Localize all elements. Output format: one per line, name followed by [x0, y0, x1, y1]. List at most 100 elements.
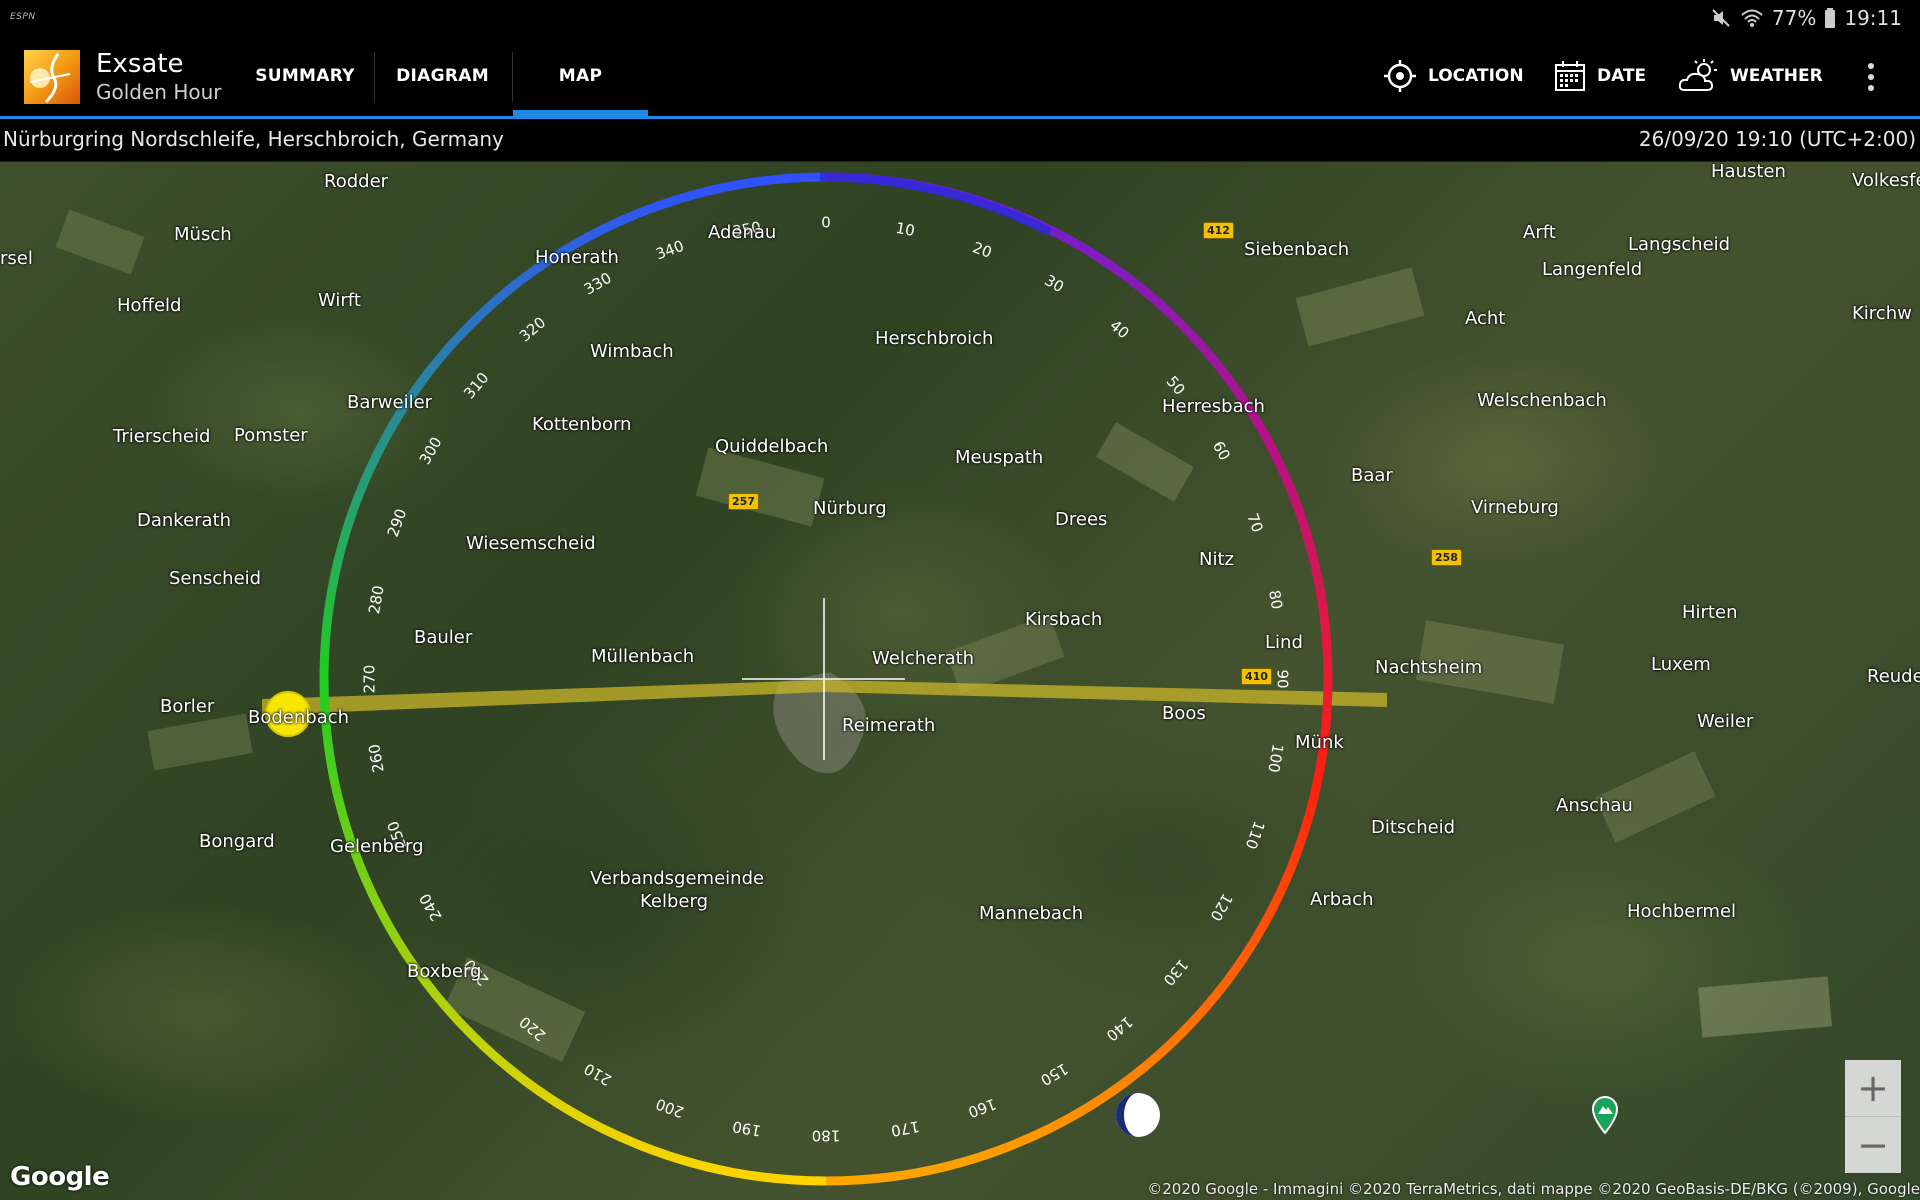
tab-summary[interactable]: SUMMARY — [245, 36, 365, 116]
tab-map[interactable]: MAP — [513, 36, 648, 116]
compass-degree-label: 150 — [1037, 1059, 1071, 1089]
compass-degree-label: 110 — [1242, 819, 1269, 852]
place-label: Gelenberg — [330, 836, 424, 857]
place-label: Kottenborn — [532, 414, 632, 435]
place-label: Boos — [1162, 703, 1206, 724]
place-label: Pomster — [234, 425, 308, 446]
date-button[interactable]: DATE — [1553, 36, 1646, 116]
place-label: Bodenbach — [248, 707, 350, 728]
place-label: Mannebach — [979, 903, 1084, 924]
google-logo: Google — [10, 1162, 110, 1192]
place-label: Nürburg — [813, 498, 887, 519]
place-label: Siebenbach — [1244, 239, 1350, 260]
compass-degree-label: 50 — [1163, 372, 1189, 398]
place-label: Hirten — [1682, 602, 1738, 623]
compass-degree-label: 320 — [516, 313, 550, 345]
tab-diagram[interactable]: DIAGRAM — [385, 36, 500, 116]
compass-degree-label: 100 — [1264, 743, 1287, 774]
place-label: Acht — [1465, 308, 1506, 329]
poi-pin-icon[interactable] — [1590, 1094, 1620, 1134]
map-view[interactable]: 0 10 20 30 40 50 60 70 80 90 100 110 120 130 140 150 160… — [0, 162, 1920, 1200]
place-label: Honerath — [535, 247, 619, 268]
location-name: Nürburgring Nordschleife, Herschbroich, … — [3, 127, 504, 151]
place-label: Wimbach — [590, 341, 674, 362]
compass-degree-label: 140 — [1103, 1013, 1137, 1045]
place-label: Rodder — [324, 171, 389, 192]
place-label: Hochbermel — [1627, 901, 1737, 922]
cloud-sun-icon — [1678, 59, 1717, 91]
compass-degree-label: 310 — [460, 369, 492, 403]
weather-button[interactable]: WEATHER — [1678, 36, 1823, 116]
date-label: DATE — [1597, 66, 1647, 86]
zoom-in-button[interactable]: + — [1845, 1060, 1901, 1117]
compass-overlay: 0 10 20 30 40 50 60 70 80 90 100 110 120 130 140 150 160… — [262, 172, 1387, 1186]
zoom-out-button[interactable]: − — [1845, 1117, 1901, 1173]
place-label: Kirsbach — [1025, 609, 1103, 630]
place-label: Reude — [1867, 666, 1920, 687]
wifi-icon — [1741, 9, 1763, 27]
compass-degree-label: 120 — [1206, 890, 1236, 924]
place-label: Welcherath — [872, 648, 975, 669]
map-attribution[interactable]: ©2020 Google - Immagini ©2020 TerraMetri… — [1147, 1180, 1920, 1198]
compass-degree-label: 220 — [516, 1013, 550, 1045]
compass-degree-label: 30 — [1041, 271, 1067, 296]
place-label: Barweiler — [347, 392, 433, 413]
place-label: Hausten — [1711, 162, 1786, 182]
place-label: Virneburg — [1471, 497, 1559, 518]
road-label: 258 — [1431, 549, 1462, 566]
compass-degree-label: 180 — [812, 1127, 841, 1145]
place-label: Herresbach — [1162, 396, 1265, 417]
place-label: Meuspath — [955, 447, 1044, 468]
road-label: 410 — [1241, 668, 1272, 685]
road-label: 257 — [728, 493, 759, 510]
place-label: Senscheid — [169, 568, 262, 589]
compass-degree-label: 90 — [1274, 669, 1292, 688]
compass-degree-label: 190 — [731, 1117, 762, 1140]
place-label: rsel — [0, 248, 33, 269]
compass-degree-label: 170 — [890, 1117, 921, 1140]
place-label: Münk — [1295, 732, 1344, 753]
place-label: Müllenbach — [591, 646, 695, 667]
battery-percent: 77% — [1771, 6, 1817, 30]
place-label: Volkesfe — [1852, 170, 1920, 191]
place-label: Langscheid — [1628, 234, 1731, 255]
compass-degree-label: 130 — [1160, 956, 1192, 990]
overflow-menu-icon[interactable] — [1866, 60, 1876, 94]
place-label: Reimerath — [842, 715, 936, 736]
compass-degree-label: 300 — [416, 434, 446, 468]
status-time: 19:11 — [1844, 6, 1902, 30]
place-label: Adenau — [708, 222, 777, 243]
location-datetime: 26/09/20 19:10 (UTC+2:00) — [1638, 127, 1916, 151]
compass-degree-label: 340 — [653, 237, 686, 264]
weather-label: WEATHER — [1730, 66, 1823, 86]
place-label: Müsch — [174, 224, 232, 245]
battery-icon — [1825, 8, 1836, 28]
compass-degree-label: 60 — [1209, 438, 1234, 464]
place-label: Anschau — [1556, 795, 1633, 816]
place-label: Drees — [1055, 509, 1108, 530]
app-logo-icon — [20, 48, 84, 106]
status-bar: ESPN 77% 19:11 — [0, 0, 1920, 36]
place-label: Herschbroich — [875, 328, 994, 349]
location-bar: Nürburgring Nordschleife, Herschbroich, … — [0, 119, 1920, 162]
place-label: Nachtsheim — [1375, 657, 1483, 678]
place-label: Welschenbach — [1477, 390, 1607, 411]
compass-degree-label: 0 — [821, 214, 831, 232]
place-label: Arft — [1523, 222, 1556, 243]
place-label: Borler — [160, 696, 215, 717]
place-label: Quiddelbach — [715, 436, 829, 457]
place-label: Luxem — [1651, 654, 1711, 675]
compass-degree-label: 240 — [416, 890, 446, 924]
compass-degree-label: 330 — [581, 269, 615, 299]
location-label: LOCATION — [1428, 66, 1524, 86]
tab-separator — [374, 52, 375, 102]
place-label: Langenfeld — [1542, 259, 1643, 280]
compass-degree-label: 20 — [970, 238, 994, 261]
place-label: Baar — [1351, 465, 1393, 486]
espn-notification-icon: ESPN — [10, 12, 36, 22]
compass-degree-label: 70 — [1243, 511, 1266, 535]
place-label: Dankerath — [137, 510, 232, 531]
place-label: Kirchw — [1852, 303, 1912, 324]
location-button[interactable]: LOCATION — [1382, 36, 1524, 116]
compass-degree-label: 40 — [1106, 316, 1132, 342]
